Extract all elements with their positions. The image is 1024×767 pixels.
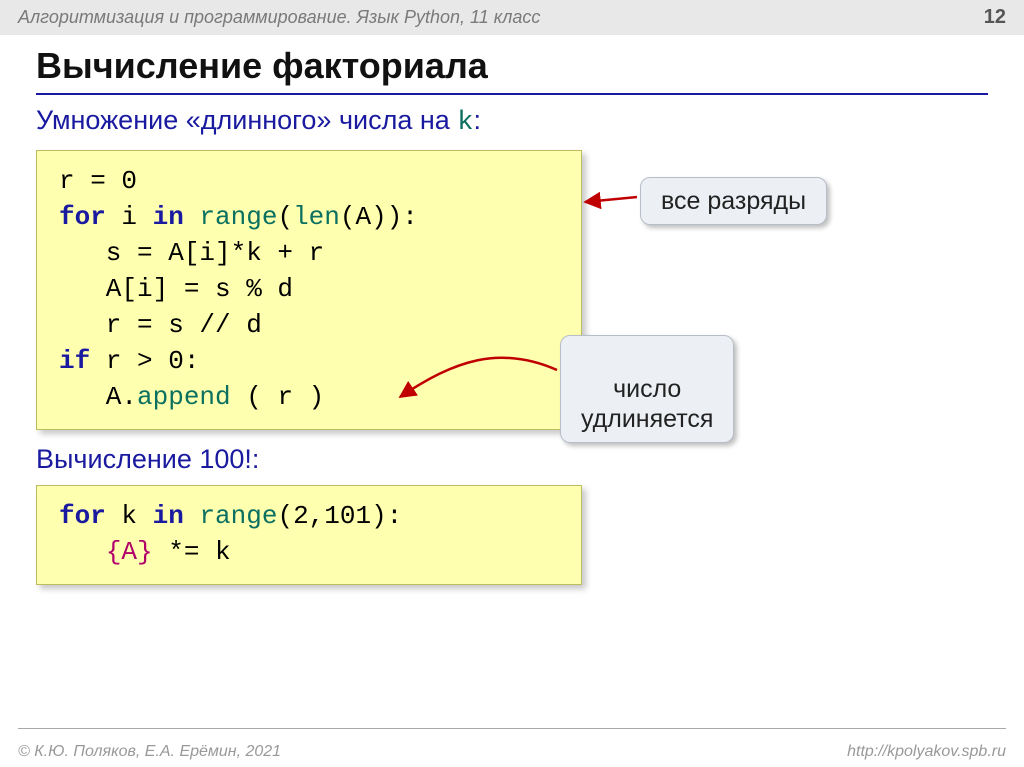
footer-right: http://kpolyakov.spb.ru	[847, 743, 1006, 761]
code-block-factorial: for k in range(2,101): {A} *= k	[36, 485, 582, 585]
callout-number-extends: число удлиняется	[560, 335, 734, 443]
slide-body: Вычисление факториала Умножение «длинног…	[0, 35, 1024, 585]
page-number: 12	[984, 6, 1006, 29]
callout-text: все разряды	[661, 187, 806, 215]
course-title: Алгоритмизация и программирование. Язык …	[18, 7, 540, 28]
callout-all-digits: все разряды	[640, 177, 827, 225]
footer-left: © К.Ю. Поляков, Е.А. Ерёмин, 2021	[18, 743, 281, 761]
subtitle-2: Вычисление 100!:	[36, 444, 988, 475]
footer-rule	[18, 728, 1006, 729]
callout-text: число удлиняется	[581, 375, 713, 433]
footer: © К.Ю. Поляков, Е.А. Ерёмин, 2021 http:/…	[18, 743, 1006, 761]
code-block-multiply: r = 0 for i in range(len(A)): s = A[i]*k…	[36, 150, 582, 430]
header-bar: Алгоритмизация и программирование. Язык …	[0, 0, 1024, 35]
slide-title: Вычисление факториала	[36, 45, 988, 87]
title-rule	[36, 93, 988, 95]
subtitle: Умножение «длинного» числа на k:	[36, 105, 988, 138]
